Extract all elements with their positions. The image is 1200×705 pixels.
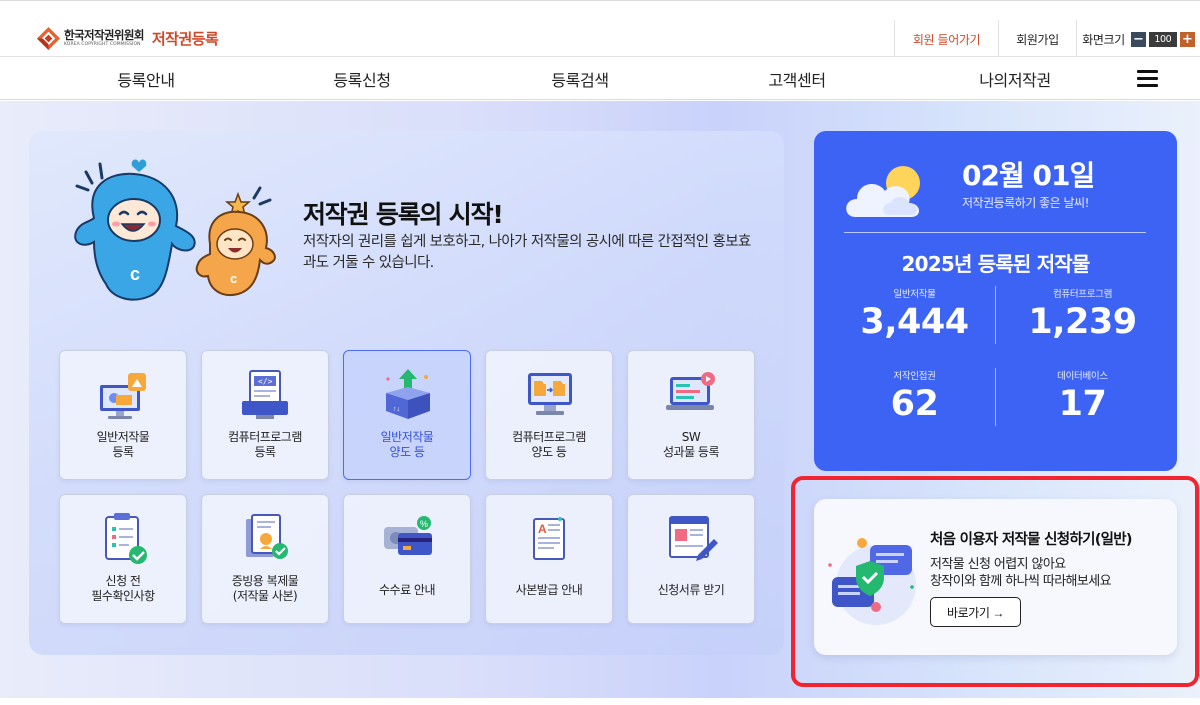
nav-customer-center[interactable]: 고객센터 <box>768 67 826 91</box>
stat-computer-program: 컴퓨터프로그램 1,239 <box>1000 286 1165 341</box>
service-name: 저작권등록 <box>151 30 219 48</box>
svg-text:A: A <box>538 522 547 536</box>
tile-general-work-register[interactable]: 일반저작물 등록 <box>59 350 187 480</box>
go-button[interactable]: 바로가기 → <box>930 597 1021 627</box>
general-work-transfer-icon: ↑↓ <box>386 369 430 419</box>
main-navigation: 등록안내 등록신청 등록검색 고객센터 나의저작권 <box>0 57 1200 100</box>
nav-my-copyright[interactable]: 나의저작권 <box>979 67 1051 91</box>
mascot-characters-icon: c c <box>74 159 276 301</box>
kcc-logo-icon <box>36 26 61 51</box>
svg-text:</>: </> <box>258 377 273 386</box>
general-work-register-icon <box>100 373 146 419</box>
guide-description: 저작물 신청 어렵지 않아요 창작이와 함께 하나씩 따라해보세요 <box>930 557 1112 589</box>
program-transfer-icon <box>528 373 572 415</box>
nav-registration-guide[interactable]: 등록안내 <box>117 67 175 91</box>
org-name: 한국저작권위원회 <box>64 28 144 42</box>
tile-label: 컴퓨터프로그램 양도 등 <box>512 430 586 459</box>
top-utility-bar: 한국저작권위원회 KOREA COPYRIGHT COMMISSION 저작권등… <box>0 0 1200 58</box>
tile-label: 신청서류 받기 <box>657 583 725 597</box>
tile-application-download[interactable]: 신청서류 받기 <box>627 494 755 624</box>
zoom-in-button[interactable]: + <box>1179 31 1195 47</box>
tile-label: 수수료 안내 <box>378 583 436 597</box>
stat-neighboring-rights: 저작인접권 62 <box>832 368 997 423</box>
evidence-copy-icon <box>246 514 288 559</box>
chat-shield-icon <box>828 538 916 625</box>
join-link[interactable]: 회원가입 <box>998 20 1076 58</box>
stat-label: 데이터베이스 <box>1057 371 1108 382</box>
tile-program-register[interactable]: </> 컴퓨터프로그램 등록 <box>201 350 329 480</box>
login-link[interactable]: 회원 들어가기 <box>894 20 998 58</box>
tile-general-work-transfer[interactable]: ↑↓ 일반저작물 양도 등 <box>343 350 471 480</box>
svg-text:%: % <box>420 519 428 529</box>
registration-stats-card: 02월 01일 저작권등록하기 좋은 날씨! 2025년 등록된 저작물 일반저… <box>814 131 1177 471</box>
guide-title: 처음 이용자 저작물 신청하기(일반) <box>930 532 1133 548</box>
tile-sw-output-register[interactable]: SW 성과물 등록 <box>627 350 755 480</box>
today-message: 저작권등록하기 좋은 날씨! <box>962 196 1089 210</box>
nav-registration-apply[interactable]: 등록신청 <box>333 67 391 91</box>
tile-label: 증빙용 복제물 (저작물 사본) <box>231 574 299 603</box>
application-download-icon <box>669 516 718 561</box>
stat-value: 17 <box>1058 384 1107 424</box>
stat-value: 62 <box>890 384 939 424</box>
stat-label: 일반저작물 <box>893 289 936 300</box>
svg-text:↑↓: ↑↓ <box>393 406 400 413</box>
partly-cloudy-icon <box>846 166 920 217</box>
svg-text:c: c <box>130 264 140 284</box>
program-register-icon: </> <box>242 370 288 419</box>
zoom-label: 화면크기 <box>1082 32 1125 47</box>
tile-label: 컴퓨터프로그램 등록 <box>228 430 302 459</box>
tile-label: SW 성과물 등록 <box>662 430 720 459</box>
tile-label: 일반저작물 양도 등 <box>380 430 434 459</box>
tile-label: 사본발급 안내 <box>515 583 583 597</box>
tile-fee[interactable]: % 수수료 안내 <box>343 494 471 624</box>
org-name-en: KOREA COPYRIGHT COMMISSION <box>64 42 141 47</box>
stat-value: 3,444 <box>860 302 969 342</box>
svg-text:c: c <box>230 271 237 286</box>
stats-title: 2025년 등록된 저작물 <box>901 252 1091 276</box>
stat-general-work: 일반저작물 3,444 <box>832 286 997 341</box>
fee-icon: % <box>384 516 432 555</box>
tile-label: 신청 전 필수확인사항 <box>91 574 155 603</box>
stat-database: 데이터베이스 17 <box>1000 368 1165 423</box>
today-date: 02월 01일 <box>962 159 1095 192</box>
hamburger-menu-icon[interactable] <box>1137 70 1158 87</box>
first-time-guide-card[interactable]: 처음 이용자 저작물 신청하기(일반) 저작물 신청 어렵지 않아요 창작이와 … <box>814 499 1177 655</box>
tile-label: 일반저작물 등록 <box>96 430 150 459</box>
tile-program-transfer[interactable]: 컴퓨터프로그램 양도 등 <box>485 350 613 480</box>
zoom-value: 100 <box>1148 31 1177 47</box>
tile-evidence-copy[interactable]: 증빙용 복제물 (저작물 사본) <box>201 494 329 624</box>
checklist-icon <box>105 513 147 564</box>
nav-registration-search[interactable]: 등록검색 <box>551 67 609 91</box>
stat-label: 저작인접권 <box>893 371 936 382</box>
copy-issue-icon: A <box>533 517 565 560</box>
hero-title: 저작권 등록의 시작! <box>303 200 504 229</box>
stat-label: 컴퓨터프로그램 <box>1052 289 1113 300</box>
tile-copy-issue[interactable]: A 사본발급 안내 <box>485 494 613 624</box>
utility-menu: 회원 들어가기 회원가입 화면크기 − 100 + <box>894 20 1200 58</box>
zoom-control: 화면크기 − 100 + <box>1076 20 1200 58</box>
hero-description: 저작자의 권리를 쉽게 보호하고, 나아가 저작물의 공시에 따른 간접적인 홍… <box>303 234 751 271</box>
stat-value: 1,239 <box>1028 302 1137 342</box>
site-logo[interactable]: 한국저작권위원회 KOREA COPYRIGHT COMMISSION 저작권등… <box>36 26 219 51</box>
sw-output-register-icon <box>666 372 715 410</box>
stats-divider <box>844 232 1146 233</box>
zoom-out-button[interactable]: − <box>1130 31 1146 47</box>
tile-checklist[interactable]: 신청 전 필수확인사항 <box>59 494 187 624</box>
